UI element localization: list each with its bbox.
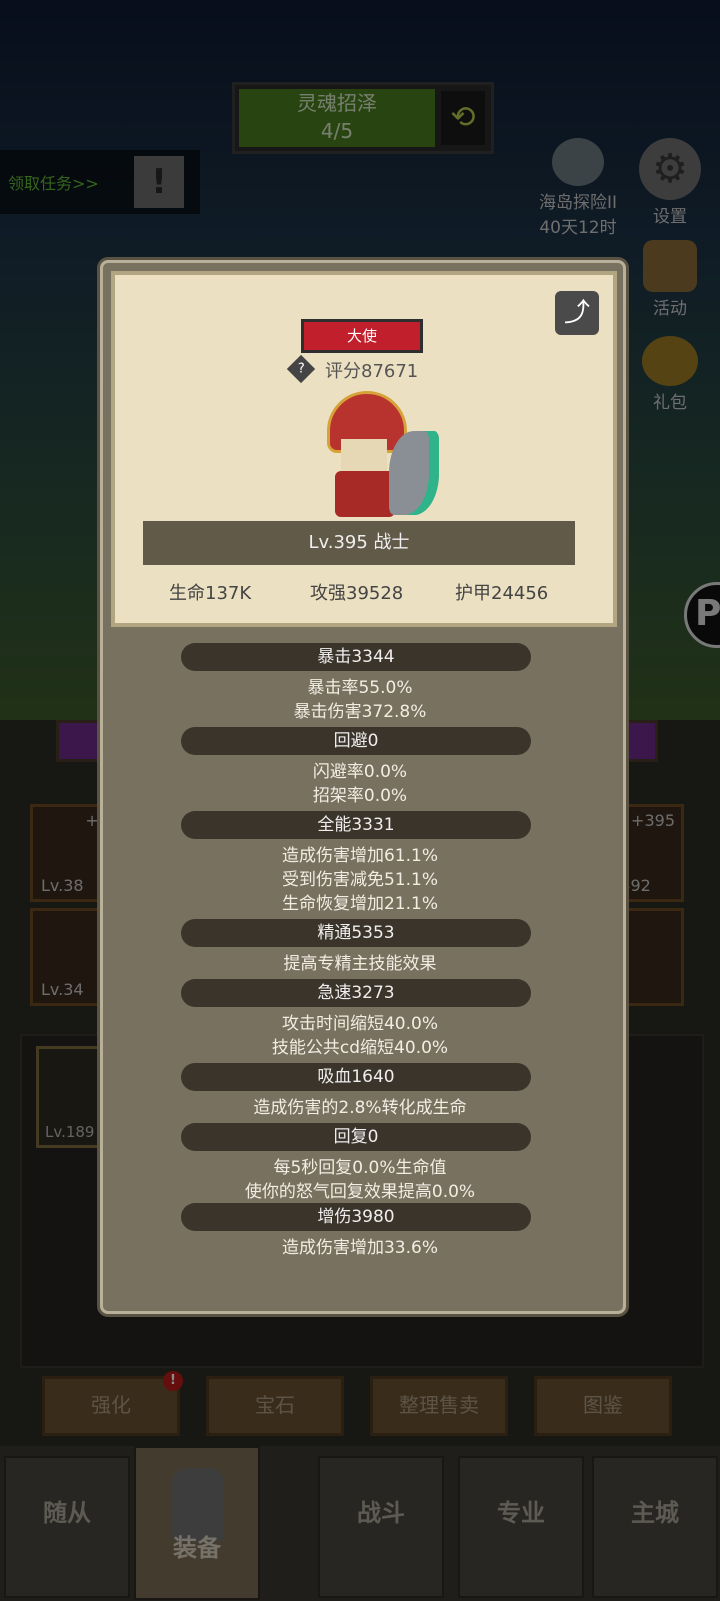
score-row: ? 评分87671 bbox=[286, 354, 491, 384]
attack-time: 攻击时间缩短40.0% bbox=[281, 1014, 438, 1034]
damage-bonus-header: 增伤3980 bbox=[181, 1203, 531, 1231]
leech-header: 吸血1640 bbox=[181, 1063, 531, 1091]
damage-bonus-desc: 造成伤害增加33.6% bbox=[281, 1238, 438, 1258]
evade-rate: 闪避率0.0% bbox=[312, 762, 408, 782]
crit-rate: 暴击率55.0% bbox=[307, 678, 413, 698]
regen-rage: 使你的怒气回复效果提高0.0% bbox=[244, 1182, 476, 1202]
regen-header: 回复0 bbox=[181, 1123, 531, 1151]
parry-rate: 招架率0.0% bbox=[312, 786, 408, 806]
hp-stat: 生命137K bbox=[169, 583, 252, 604]
regen-hp: 每5秒回复0.0%生命值 bbox=[273, 1158, 447, 1178]
hero-sprite bbox=[305, 391, 445, 521]
mastery-header: 精通5353 bbox=[181, 919, 531, 947]
damage-reduction: 受到伤害减免51.1% bbox=[281, 870, 438, 890]
crit-header: 暴击3344 bbox=[181, 643, 531, 671]
mastery-desc: 提高专精主技能效果 bbox=[283, 954, 437, 974]
attack-stat: 攻强39528 bbox=[310, 583, 404, 604]
character-stats-popup: ⤴ 大使 ? 评分87671 Lv.395 战士 生命137K 攻强39528 … bbox=[100, 260, 626, 1314]
dodge-header: 回避0 bbox=[181, 727, 531, 755]
global-cooldown: 技能公共cd缩短40.0% bbox=[271, 1038, 449, 1058]
help-icon[interactable]: ? bbox=[286, 354, 316, 384]
rank-badge: 大使 bbox=[301, 319, 423, 353]
crit-damage: 暴击伤害372.8% bbox=[293, 702, 427, 722]
versatility-header: 全能3331 bbox=[181, 811, 531, 839]
haste-header: 急速3273 bbox=[181, 979, 531, 1007]
character-card: ⤴ 大使 ? 评分87671 Lv.395 战士 生命137K 攻强39528 … bbox=[111, 271, 617, 627]
share-icon[interactable]: ⤴ bbox=[555, 291, 599, 335]
armor-stat: 护甲24456 bbox=[455, 583, 549, 604]
heal-increase: 生命恢复增加21.1% bbox=[281, 894, 438, 914]
damage-increase: 造成伤害增加61.1% bbox=[281, 846, 438, 866]
level-class-bar: Lv.395 战士 bbox=[143, 521, 575, 565]
score-text: 评分87671 bbox=[325, 361, 419, 382]
leech-desc: 造成伤害的2.8%转化成生命 bbox=[253, 1098, 467, 1118]
